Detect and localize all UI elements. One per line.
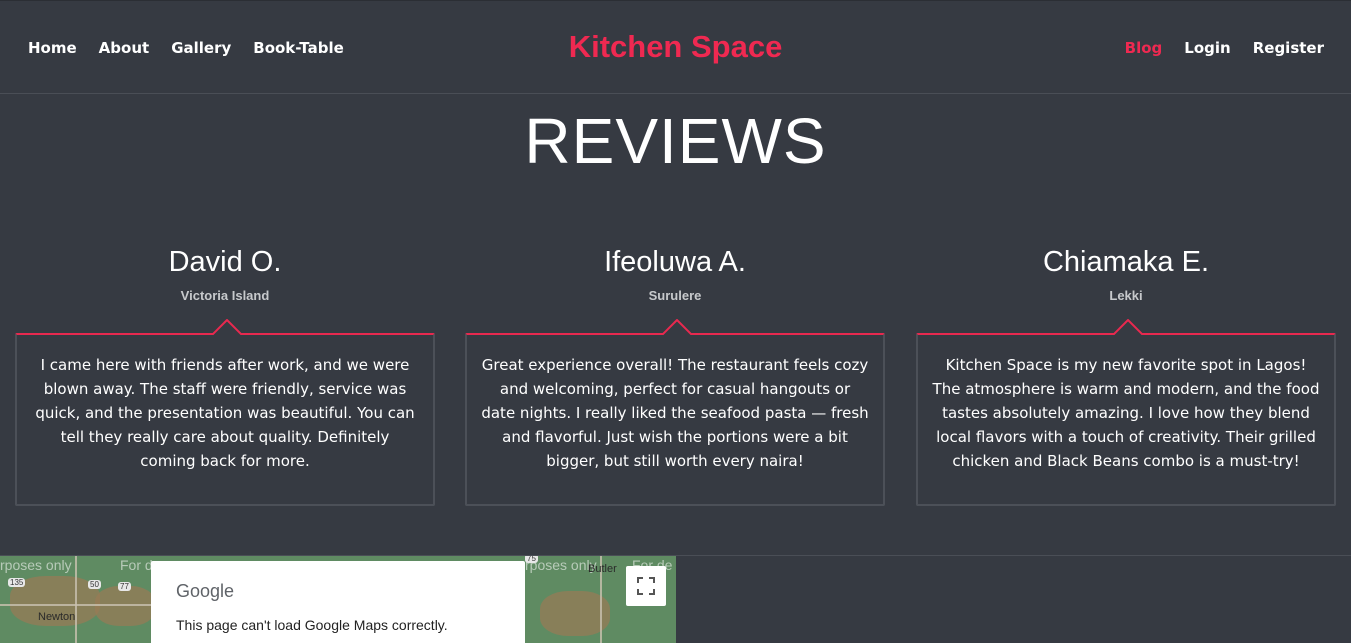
highway-shield: 75 bbox=[525, 556, 538, 563]
highway-shield: 50 bbox=[88, 580, 101, 589]
nav-register-link[interactable]: Register bbox=[1253, 39, 1324, 57]
map-overlay-text: For d bbox=[120, 557, 153, 573]
reviewer-name: David O. bbox=[168, 246, 282, 278]
map-error-message: This page can't load Google Maps correct… bbox=[176, 617, 448, 633]
review-card: Ifeoluwa A. Surulere Great experience ov… bbox=[465, 244, 885, 506]
reviewer-location: Victoria Island bbox=[180, 288, 270, 303]
review-text: Kitchen Space is my new favorite spot in… bbox=[932, 356, 1320, 470]
speech-notch-icon bbox=[662, 319, 692, 335]
speech-notch-icon bbox=[212, 319, 242, 335]
nav-right: Blog Login Register bbox=[1103, 39, 1324, 57]
reviewer-location: Lekki bbox=[1109, 288, 1143, 303]
map-error-dialog: Google This page can't load Google Maps … bbox=[151, 561, 525, 643]
review-text: I came here with friends after work, and… bbox=[35, 356, 415, 470]
nav-blog-link[interactable]: Blog bbox=[1125, 39, 1163, 57]
map-city-label: Butler bbox=[588, 563, 617, 575]
map-overlay-text: rposes only bbox=[0, 557, 72, 573]
top-navbar: Home About Gallery Book-Table Kitchen Sp… bbox=[0, 0, 1351, 94]
review-box: Kitchen Space is my new favorite spot in… bbox=[916, 319, 1336, 506]
review-box: Great experience overall! The restaurant… bbox=[465, 319, 885, 506]
review-card: Chiamaka E. Lekki Kitchen Space is my ne… bbox=[916, 244, 1336, 506]
reviewer-name: Chiamaka E. bbox=[1042, 246, 1209, 278]
review-text: Great experience overall! The restaurant… bbox=[481, 356, 869, 470]
reviewer-location: Surulere bbox=[648, 288, 702, 303]
map-fullscreen-button[interactable] bbox=[626, 566, 666, 606]
page-title: REVIEWS bbox=[524, 105, 827, 177]
speech-notch-icon bbox=[1113, 319, 1143, 335]
map-road bbox=[0, 604, 160, 606]
highway-shield: 77 bbox=[118, 582, 131, 591]
review-box: I came here with friends after work, and… bbox=[15, 319, 435, 506]
highway-shield: 135 bbox=[8, 578, 26, 587]
reviewer-name: Ifeoluwa A. bbox=[604, 246, 746, 278]
review-card: David O. Victoria Island I came here wit… bbox=[15, 244, 435, 506]
nav-login-link[interactable]: Login bbox=[1184, 39, 1230, 57]
google-map[interactable]: rposes only For d rposes only For de New… bbox=[0, 556, 676, 643]
map-city-label: Newton bbox=[38, 611, 76, 623]
map-road bbox=[75, 556, 77, 643]
google-logo: Google bbox=[176, 581, 235, 601]
map-terrain bbox=[95, 586, 155, 626]
fullscreen-icon bbox=[637, 577, 655, 595]
